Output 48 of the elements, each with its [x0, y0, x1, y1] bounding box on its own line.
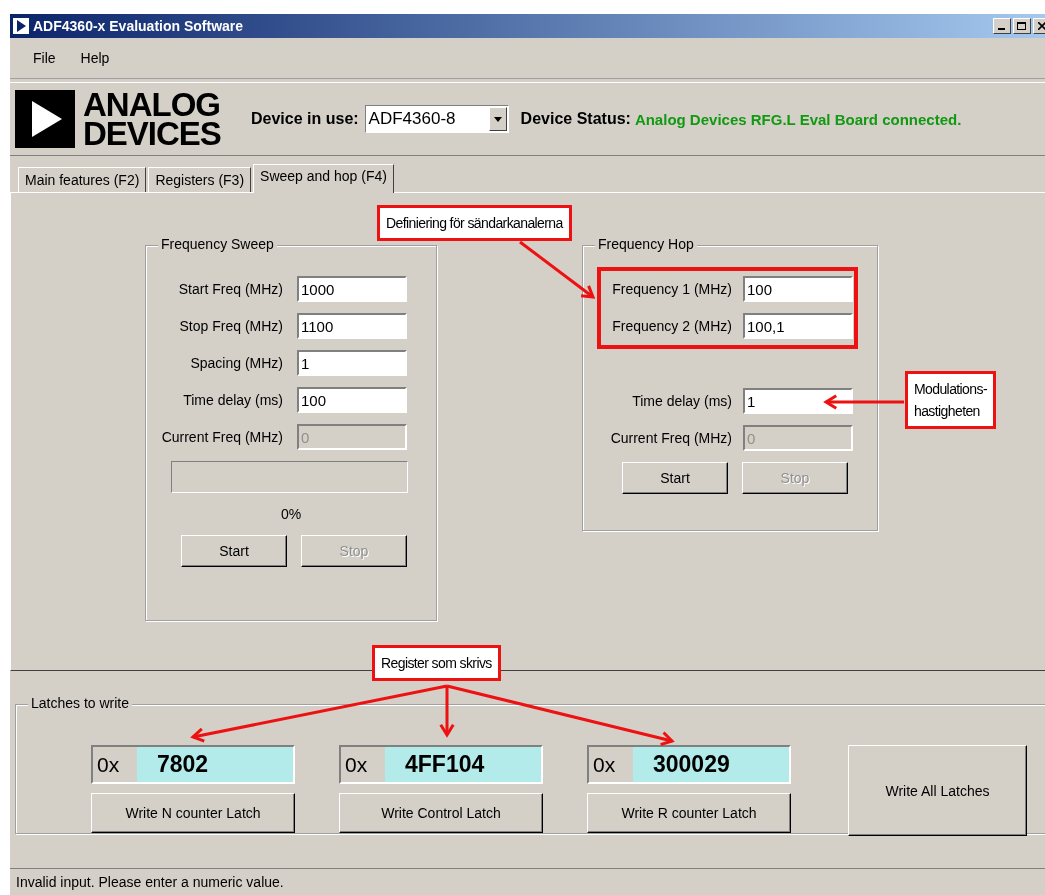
field-label: Spacing (MHz)	[189, 355, 283, 371]
input-field[interactable]: 1	[743, 388, 853, 414]
input-field[interactable]: 100,1	[743, 313, 853, 339]
group-title: Frequency Sweep	[158, 236, 277, 252]
logo-text: ANALOG	[83, 90, 220, 119]
tab[interactable]: Registers (F3)	[148, 167, 252, 192]
group-title: Frequency Hop	[595, 236, 697, 252]
device-dropdown[interactable]: ADF4360-8	[364, 105, 509, 133]
field-label: Frequency 2 (MHz)	[611, 318, 732, 334]
register-value: 4FF104	[404, 750, 485, 779]
annotation-callout: Definiering för sändarkanalerna	[377, 205, 572, 241]
annotation-callout: Register som skrivs	[372, 645, 501, 681]
field-label: Frequency 1 (MHz)	[611, 281, 732, 297]
input-field[interactable]: 100	[743, 276, 853, 302]
logo-text: DEVICES	[83, 119, 221, 148]
hex-prefix: 0x	[341, 747, 385, 783]
window-title: ADF4360-x Evaluation Software	[33, 18, 244, 34]
register-value: 300029	[652, 750, 730, 779]
status-label: Device Status:	[520, 110, 631, 128]
start-button[interactable]: Start	[622, 462, 728, 494]
input-field[interactable]: 1	[297, 350, 407, 376]
tab[interactable]: Sweep and hop (F4)	[253, 164, 394, 193]
start-button[interactable]: Start	[181, 535, 287, 567]
device-label: Device in use:	[251, 110, 359, 128]
tab[interactable]: Main features (F2)	[18, 167, 147, 192]
field-label: Time delay (ms)	[182, 392, 283, 408]
menu-item[interactable]: File	[33, 50, 56, 66]
annotation-callout: Modulations- hastigheten	[905, 371, 996, 429]
status-bar: Invalid input. Please enter a numeric value.	[10, 868, 1045, 895]
progress-percent: 0%	[279, 506, 303, 522]
field-label: Start Freq (MHz)	[177, 281, 283, 297]
hex-prefix: 0x	[589, 747, 633, 783]
write-latch-button[interactable]: Write N counter Latch	[91, 793, 295, 833]
device-status: Analog Devices RFG.L Eval Board connected.	[634, 110, 962, 128]
field-label: Current Freq (MHz)	[160, 429, 283, 445]
register-value: 7802	[156, 750, 209, 779]
menu-item[interactable]: Help	[80, 50, 110, 66]
write-all-button[interactable]: Write All Latches	[848, 745, 1027, 836]
group-title: Latches to write	[28, 695, 133, 711]
field-label: Time delay (ms)	[631, 393, 732, 409]
field-label: Stop Freq (MHz)	[178, 318, 283, 334]
input-field[interactable]: 100	[297, 387, 407, 413]
write-latch-button[interactable]: Write Control Latch	[339, 793, 543, 833]
input-field[interactable]: 1000	[297, 276, 407, 302]
input-field[interactable]: 1100	[297, 313, 407, 339]
write-latch-button[interactable]: Write R counter Latch	[587, 793, 791, 833]
field-label: Current Freq (MHz)	[609, 430, 732, 446]
hex-prefix: 0x	[93, 747, 137, 783]
